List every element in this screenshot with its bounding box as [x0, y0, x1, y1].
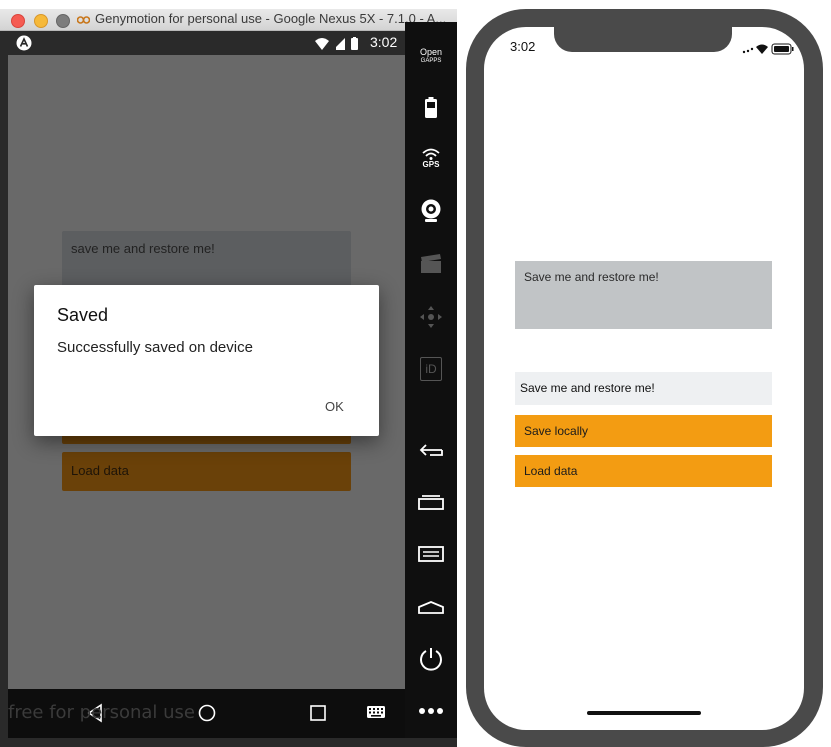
dialog-title: Saved [57, 305, 109, 325]
gps-icon[interactable]: GPS [411, 140, 451, 176]
load-data-label: Load data [71, 463, 129, 478]
genymotion-logo-icon [77, 16, 90, 24]
home-icon[interactable] [411, 589, 451, 625]
app-notification-icon [16, 35, 32, 51]
saved-text-display: Save me and restore me! [515, 372, 772, 405]
open-gapps-icon[interactable]: Open GAPPS [411, 38, 451, 74]
watermark-text: free for personal use [8, 702, 195, 723]
ios-text-input-value: Save me and restore me! [524, 270, 659, 284]
load-data-button[interactable]: Load data [515, 455, 772, 487]
dpad-icon[interactable] [411, 299, 451, 335]
power-icon[interactable] [411, 641, 451, 677]
ios-battery-icon [771, 43, 794, 55]
android-screen: 3:02 save me and restore me! Load data S… [8, 31, 405, 698]
identifier-icon[interactable]: iD [411, 351, 451, 387]
load-data-button[interactable]: Load data [62, 452, 351, 491]
home-icon[interactable] [197, 703, 217, 723]
open-gapps-label-bottom: GAPPS [420, 58, 442, 64]
ios-wifi-icon [756, 44, 768, 54]
webcam-icon[interactable] [411, 193, 451, 229]
ios-signal-icon [742, 47, 754, 54]
dialog-ok-button[interactable]: OK [317, 395, 352, 418]
android-status-icons [314, 36, 366, 55]
text-input-value: save me and restore me! [71, 241, 215, 256]
wifi-icon [315, 38, 329, 50]
gps-label: GPS [422, 159, 440, 169]
more-icon[interactable] [411, 693, 451, 729]
signal-icon [333, 38, 345, 50]
genymotion-window: Genymotion for personal use - Google Nex… [0, 9, 457, 747]
battery-status-icon [351, 37, 358, 50]
iphone-notch [554, 27, 732, 52]
load-data-label: Load data [524, 464, 578, 478]
ios-screen: 3:02 Save me and restore me! Save me and… [484, 27, 804, 730]
save-locally-button[interactable]: Save locally [515, 415, 772, 447]
home-indicator[interactable] [587, 711, 701, 715]
recents-icon[interactable] [309, 704, 327, 722]
zoom-window-button[interactable] [56, 14, 70, 28]
genymotion-toolbar: Open GAPPS GPS iD [405, 22, 457, 738]
keyboard-icon[interactable] [366, 705, 386, 721]
window-title: Genymotion for personal use - Google Nex… [95, 11, 447, 26]
android-status-bar: 3:02 [8, 31, 405, 55]
alert-dialog: Saved Successfully saved on device OK [34, 285, 379, 436]
save-locally-label: Save locally [524, 424, 589, 438]
minimize-window-button[interactable] [34, 14, 48, 28]
clapperboard-icon[interactable] [411, 246, 451, 282]
dialog-message: Successfully saved on device [57, 339, 253, 356]
open-gapps-label-top: Open [419, 47, 443, 57]
battery-icon[interactable] [411, 90, 451, 126]
identifier-label: iD [425, 362, 437, 376]
recent-apps-icon[interactable] [411, 484, 451, 520]
window-titlebar: Genymotion for personal use - Google Nex… [0, 9, 457, 31]
ios-status-time: 3:02 [510, 39, 536, 54]
ios-text-input[interactable]: Save me and restore me! [515, 261, 772, 329]
menu-icon[interactable] [411, 536, 451, 572]
ios-status-icons [742, 40, 794, 59]
close-window-button[interactable] [11, 14, 25, 28]
android-status-time: 3:02 [370, 34, 398, 50]
back-icon[interactable] [411, 432, 451, 468]
saved-text-value: Save me and restore me! [520, 381, 655, 395]
